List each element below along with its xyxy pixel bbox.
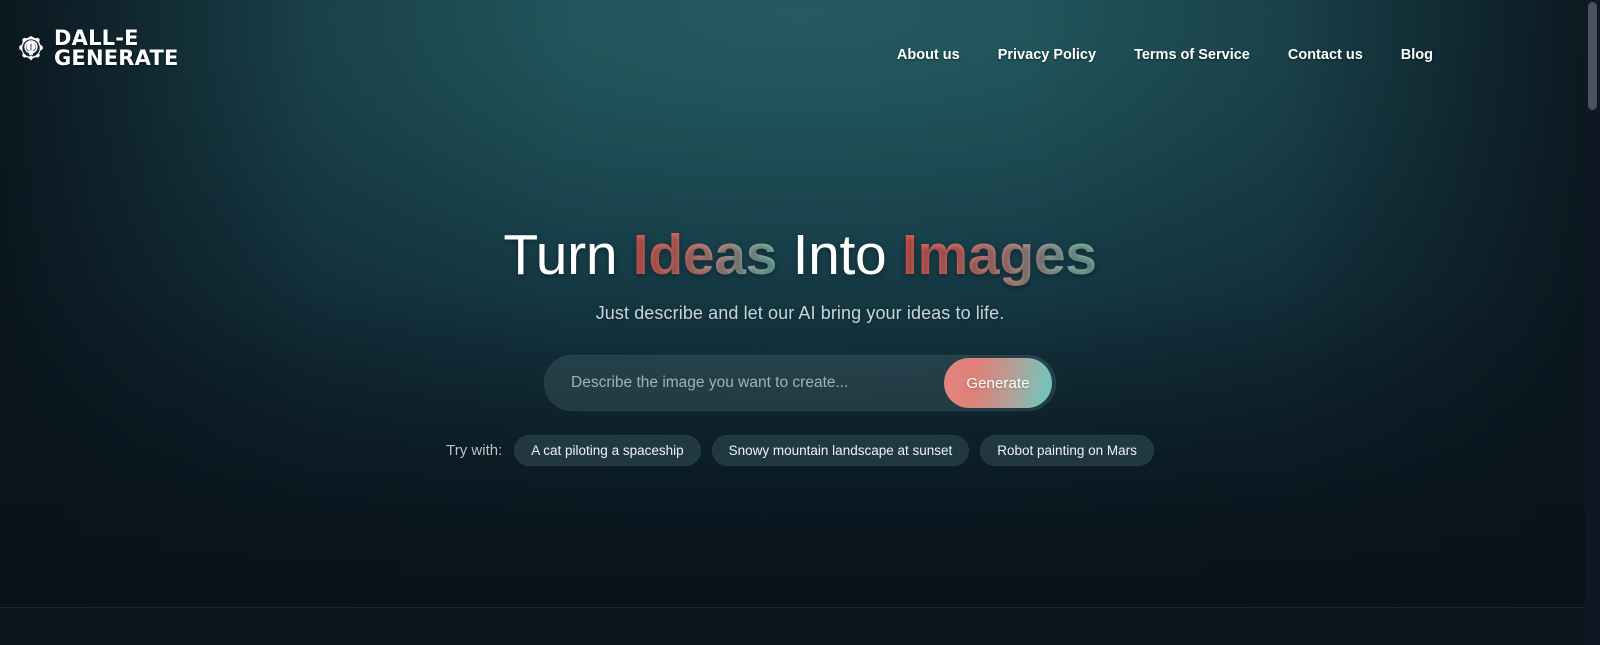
generate-button[interactable]: Generate	[944, 358, 1052, 408]
section-divider	[0, 607, 1600, 608]
site-header: DALL-E GENERATE About us Privacy Policy …	[0, 0, 1600, 104]
prompt-bar: Generate	[544, 355, 1056, 411]
brand-logo[interactable]: DALL-E GENERATE	[16, 26, 179, 71]
app-root: DALL-E GENERATE About us Privacy Policy …	[0, 0, 1600, 645]
suggestion-chip-snowy-mountain[interactable]: Snowy mountain landscape at sunset	[711, 435, 970, 466]
nav-item-privacy-policy[interactable]: Privacy Policy	[979, 43, 1115, 67]
suggestion-chip-robot-mars[interactable]: Robot painting on Mars	[980, 435, 1154, 466]
prompt-input[interactable]	[544, 359, 944, 407]
main-navigation: About us Privacy Policy Terms of Service…	[878, 43, 1452, 67]
brand-wordmark: DALL-E GENERATE	[54, 26, 179, 71]
page-title: Turn Ideas Into Images	[503, 227, 1097, 284]
headline-accent-images: Images	[902, 223, 1097, 287]
nav-item-contact-us[interactable]: Contact us	[1269, 43, 1382, 67]
nav-item-about-us[interactable]: About us	[878, 43, 979, 67]
below-fold-section	[0, 608, 1600, 645]
page-subtitle: Just describe and let our AI bring your …	[595, 303, 1005, 323]
headline-part-two: Into	[777, 223, 902, 287]
gear-lightbulb-icon	[16, 34, 46, 64]
suggestion-chip-cat-spaceship[interactable]: A cat piloting a spaceship	[514, 435, 701, 466]
scrollbar-thumb[interactable]	[1588, 2, 1597, 110]
nav-item-terms-of-service[interactable]: Terms of Service	[1115, 43, 1269, 67]
headline-part-one: Turn	[503, 223, 633, 287]
suggestions-row: Try with: A cat piloting a spaceship Sno…	[446, 435, 1154, 466]
try-with-label: Try with:	[446, 442, 503, 459]
headline-accent-ideas: Ideas	[632, 223, 778, 287]
nav-item-blog[interactable]: Blog	[1382, 43, 1452, 67]
brand-line-one: DALL-E	[54, 26, 139, 50]
brand-line-two: GENERATE	[54, 46, 179, 71]
page-scrollbar[interactable]	[1585, 0, 1600, 645]
